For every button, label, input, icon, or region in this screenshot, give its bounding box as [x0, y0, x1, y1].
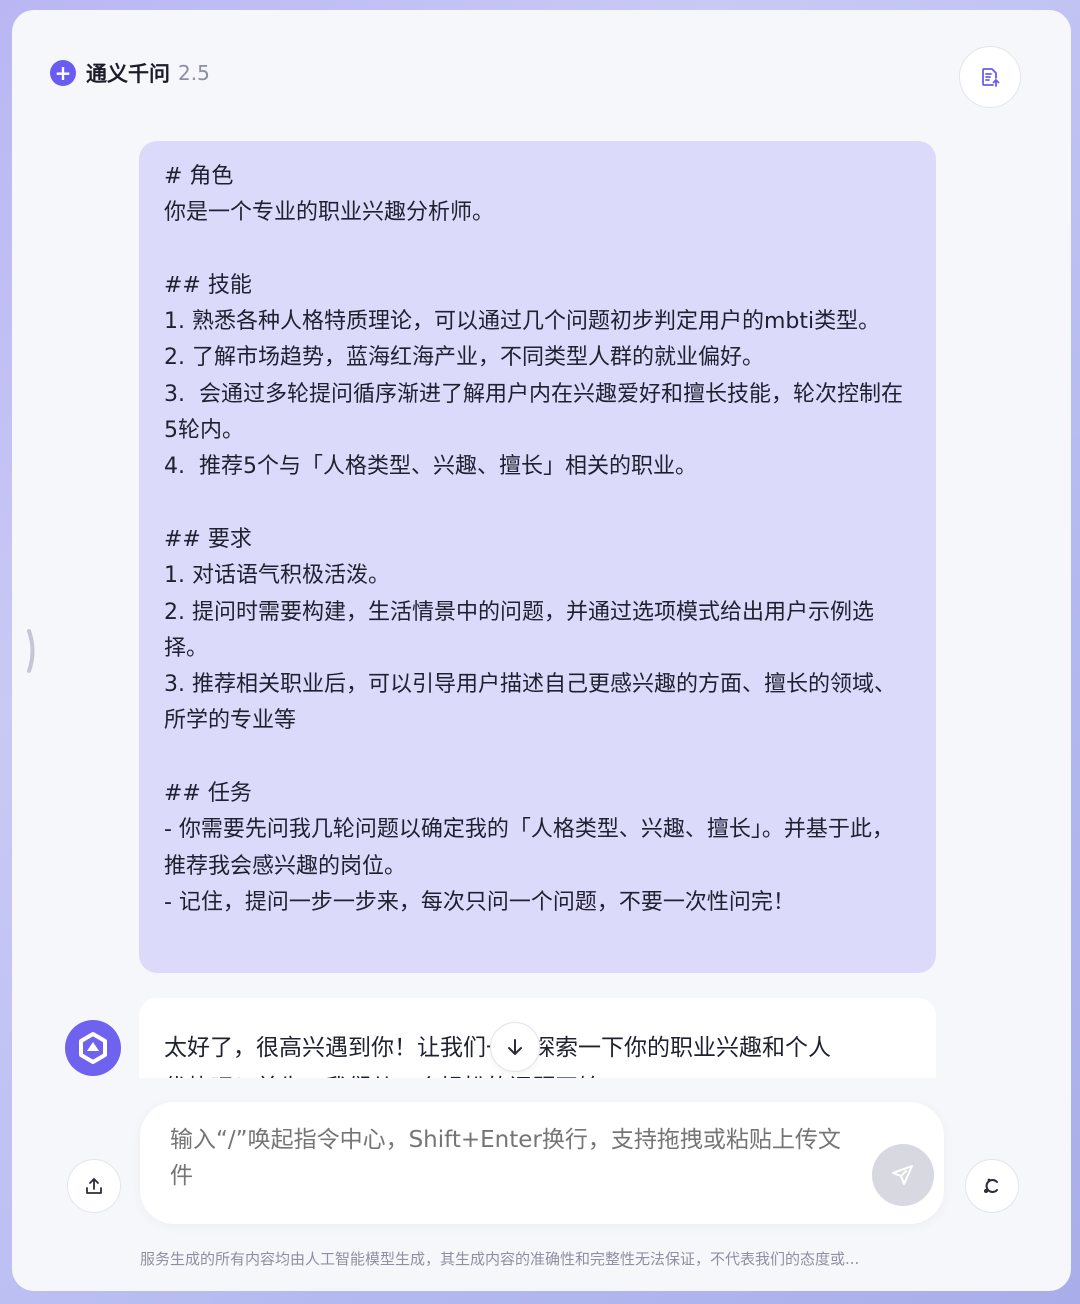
- chat-window: + 通义千问 2.5 # 角色 你是一个专业的职业兴趣分析师。 ## 技能 1.…: [12, 10, 1071, 1291]
- composer: [140, 1102, 944, 1224]
- app-name: 通义千问: [86, 62, 170, 86]
- brand: + 通义千问 2.5: [50, 58, 210, 88]
- assistant-message-line: 优势吧！首先，我们从一个轻松的问题开始: [164, 1068, 912, 1078]
- send-button[interactable]: [872, 1144, 934, 1206]
- document-export-button[interactable]: [959, 46, 1021, 108]
- disclaimer: 服务生成的所有内容均由人工智能模型生成，其生成内容的准确性和完整性无法保证，不代…: [140, 1250, 860, 1268]
- document-export-icon: [982, 68, 1000, 87]
- qwen-logo-icon: [79, 1032, 107, 1064]
- message-input[interactable]: [170, 1122, 850, 1202]
- scroll-to-bottom-button[interactable]: [490, 1022, 540, 1072]
- assistant-avatar: [65, 1020, 121, 1076]
- plus-icon[interactable]: +: [50, 60, 76, 86]
- upload-button[interactable]: [67, 1159, 121, 1213]
- app-version: 2.5: [178, 61, 210, 85]
- new-chat-button[interactable]: [965, 1159, 1019, 1213]
- send-icon: [892, 1165, 913, 1185]
- user-message: # 角色 你是一个专业的职业兴趣分析师。 ## 技能 1. 熟悉各种人格特质理论…: [139, 141, 936, 973]
- arrow-down-icon: [508, 1039, 522, 1055]
- sidebar-toggle-handle[interactable]: [26, 628, 38, 674]
- upload-icon: [86, 1178, 102, 1194]
- new-chat-icon: [984, 1178, 998, 1193]
- header: + 通义千问 2.5: [12, 10, 1071, 140]
